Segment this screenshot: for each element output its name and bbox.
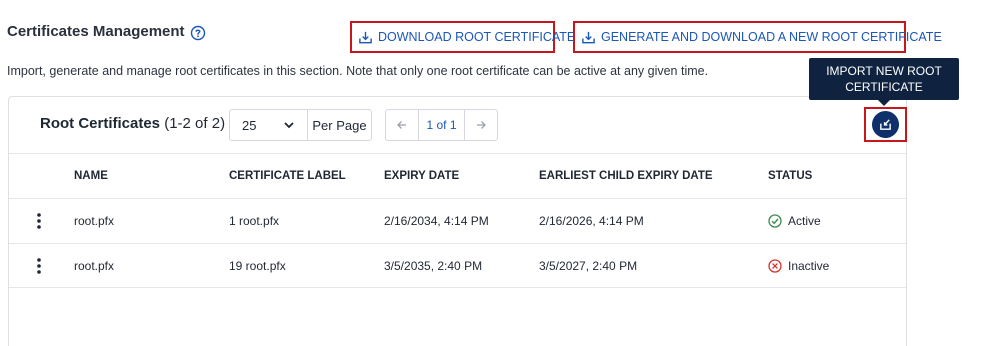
per-page-label: Per Page xyxy=(312,117,367,133)
cell-name: root.pfx xyxy=(74,214,115,228)
cell-expiry-date: 3/5/2035, 2:40 PM xyxy=(384,258,483,273)
cell-expiry-date: 2/16/2034, 4:14 PM xyxy=(384,214,489,228)
import-icon xyxy=(880,119,891,130)
chevron-down-icon xyxy=(284,122,294,129)
table-row: root.pfx 19 root.pfx 3/5/2035, 2:40 PM 3… xyxy=(9,243,906,288)
column-header-status[interactable]: STATUS xyxy=(768,154,812,198)
page-title: Certificates Management xyxy=(7,23,185,40)
row-actions-menu-button[interactable] xyxy=(31,244,47,287)
kebab-menu-icon xyxy=(37,257,41,274)
row-actions-menu-button[interactable] xyxy=(31,199,47,243)
next-page-button[interactable] xyxy=(465,110,497,140)
root-certificates-panel: Root Certificates (1-2 of 2) 25 Per Page… xyxy=(8,96,907,346)
cell-status: Active xyxy=(768,199,821,243)
import-button-highlight xyxy=(864,107,907,142)
cell-certificate-label: 19 root.pfx xyxy=(229,258,286,273)
generate-root-certificate-label: GENERATE AND DOWNLOAD A NEW ROOT CERTIFI… xyxy=(601,30,942,44)
column-header-expiry-date[interactable]: EXPIRY DATE xyxy=(384,154,459,198)
check-circle-icon xyxy=(768,214,782,228)
page-size-control: 25 Per Page xyxy=(229,109,372,141)
import-root-certificate-tooltip: IMPORT NEW ROOT CERTIFICATE xyxy=(809,58,959,106)
generate-root-certificate-button[interactable]: GENERATE AND DOWNLOAD A NEW ROOT CERTIFI… xyxy=(573,21,942,53)
cell-certificate-label: 1 root.pfx xyxy=(229,214,280,228)
x-circle-icon xyxy=(768,258,782,273)
panel-count: (1-2 of 2) xyxy=(164,115,226,132)
panel-title: Root Certificates (1-2 of 2) xyxy=(40,115,225,132)
download-root-certificate-button[interactable]: DOWNLOAD ROOT CERTIFICATE xyxy=(350,21,575,53)
kebab-menu-icon xyxy=(37,213,41,229)
arrow-left-icon xyxy=(397,121,406,129)
help-circle-icon[interactable] xyxy=(190,25,206,41)
previous-page-button[interactable] xyxy=(386,110,418,140)
status-text: Active xyxy=(788,214,821,228)
status-text: Inactive xyxy=(788,258,830,273)
import-root-certificate-button[interactable] xyxy=(872,111,899,138)
column-header-earliest-child-expiry-date[interactable]: EARLIEST CHILD EXPIRY DATE xyxy=(539,154,713,198)
download-icon xyxy=(582,31,595,43)
download-icon xyxy=(359,31,372,43)
panel-title-text: Root Certificates xyxy=(40,115,161,132)
page-description: Import, generate and manage root certifi… xyxy=(7,64,709,78)
page-size-value: 25 xyxy=(242,117,257,133)
cell-status: Inactive xyxy=(768,244,829,287)
cell-name: root.pfx xyxy=(74,258,115,273)
cell-earliest-child-expiry-date: 2/16/2026, 4:14 PM xyxy=(539,214,644,228)
table-header-row: NAME CERTIFICATE LABEL EXPIRY DATE EARLI… xyxy=(9,153,906,198)
page-size-select[interactable]: 25 xyxy=(230,110,308,140)
arrow-right-icon xyxy=(477,121,486,129)
download-root-certificate-label: DOWNLOAD ROOT CERTIFICATE xyxy=(378,30,576,44)
column-header-certificate-label[interactable]: CERTIFICATE LABEL xyxy=(229,154,346,198)
table-row: root.pfx 1 root.pfx 2/16/2034, 4:14 PM 2… xyxy=(9,198,906,243)
pagination: 1 of 1 xyxy=(385,109,498,141)
certificates-table: NAME CERTIFICATE LABEL EXPIRY DATE EARLI… xyxy=(9,153,906,288)
page-indicator: 1 of 1 xyxy=(418,110,465,140)
column-header-name[interactable]: NAME xyxy=(74,154,108,198)
cell-earliest-child-expiry-date: 3/5/2027, 2:40 PM xyxy=(539,258,638,273)
